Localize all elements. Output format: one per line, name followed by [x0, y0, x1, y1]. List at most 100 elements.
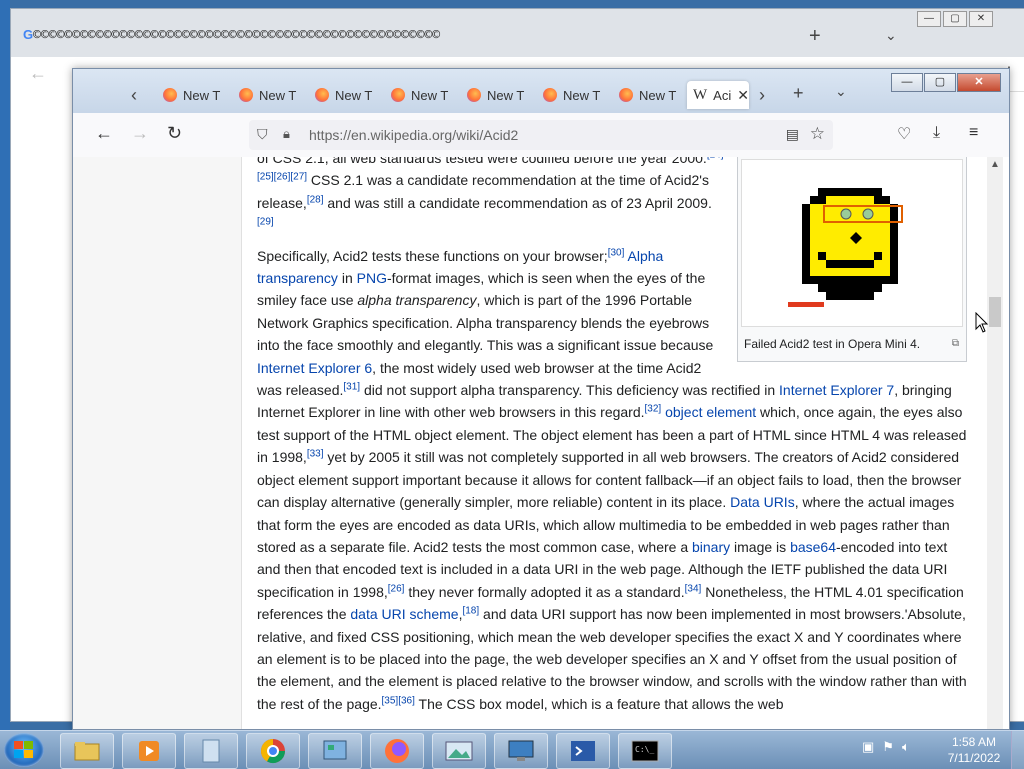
chrome-maximize-button[interactable]: ▢ [943, 11, 967, 27]
tab-new-2[interactable]: New T [239, 81, 296, 109]
scroll-up-icon[interactable]: ▲ [990, 159, 1000, 170]
chrome-minimize-button[interactable]: — [917, 11, 941, 27]
lock-icon[interactable]: 🔒︎ [283, 126, 290, 142]
chrome-window-controls: — ▢ ✕ [917, 11, 993, 27]
tab-new-1[interactable]: New T [163, 81, 220, 109]
scrollbar-thumb[interactable] [989, 297, 1001, 327]
media-player-taskbar-icon[interactable] [122, 733, 176, 769]
link-data-uris[interactable]: Data URIs [730, 494, 795, 510]
firefox-navbar: ← → ↻ ⛉ 🔒︎ https://en.wikipedia.org/wiki… [73, 113, 1009, 158]
chrome-tab-favicons[interactable]: ©©©©©©©©©©©©©©©©©©©©©©©©©©©©©©©©©©©©©©©©… [33, 28, 440, 43]
page-content: Failed Acid2 test in Opera Mini 4. ⧉ of C… [73, 157, 1009, 729]
tab-label: New T [563, 87, 601, 103]
firefox-tabstrip: ‹ New T New T New T New T New T New T Ne… [73, 77, 1009, 113]
tab-new-5[interactable]: New T [467, 81, 524, 109]
cmd-taskbar-icon[interactable]: C:\_ [618, 733, 672, 769]
chrome-new-tab-button[interactable]: + [809, 25, 821, 48]
tab-label: New T [335, 87, 373, 103]
citation[interactable]: [33] [307, 449, 324, 460]
back-icon[interactable]: ← [95, 123, 113, 144]
menu-icon[interactable]: ≡ [969, 124, 978, 142]
infobox-caption: Failed Acid2 test in Opera Mini 4. ⧉ [741, 327, 963, 358]
tab-new-6[interactable]: New T [543, 81, 600, 109]
firefox-window: — ▢ ✕ ‹ New T New T New T New T New T Ne… [72, 68, 1010, 730]
powershell-taskbar-icon[interactable] [556, 733, 610, 769]
explorer-taskbar-icon[interactable] [60, 733, 114, 769]
citation[interactable]: [34] [685, 583, 702, 594]
tab-label: New T [259, 87, 297, 103]
url-bar[interactable]: ⛉ 🔒︎ https://en.wikipedia.org/wiki/Acid2… [249, 120, 833, 150]
url-text[interactable]: https://en.wikipedia.org/wiki/Acid2 [309, 127, 518, 143]
tabs-scroll-right-icon[interactable]: › [759, 85, 765, 106]
citation[interactable]: [30] [608, 247, 625, 258]
citation[interactable]: [26] [388, 583, 405, 594]
clock-time: 1:58 AM [951, 735, 997, 749]
citation[interactable]: [29] [257, 217, 274, 228]
page-scrollbar[interactable]: ▲ [987, 157, 1003, 729]
tab-new-3[interactable]: New T [315, 81, 372, 109]
system-tray: ▣ ⚑ 🔈︎ [862, 739, 910, 755]
smiley-image [788, 188, 903, 307]
citation[interactable]: [35][36] [382, 695, 415, 706]
chrome-taskbar-icon[interactable] [246, 733, 300, 769]
tab-label: New T [487, 87, 525, 103]
chrome-tab-search-icon[interactable]: ⌄ [885, 27, 897, 44]
acid2-failed-image[interactable] [741, 159, 963, 327]
chrome-close-button[interactable]: ✕ [969, 11, 993, 27]
enlarge-icon[interactable]: ⧉ [952, 333, 959, 355]
text: they never formally adopted it as a stan… [404, 583, 685, 600]
citation[interactable]: [31] [343, 381, 360, 392]
google-icon: G [23, 27, 34, 42]
text: in [337, 270, 357, 287]
desktop-edge [0, 0, 10, 730]
clock-date: 7/11/2022 [947, 751, 1001, 765]
text: Specifically, Acid2 tests these function… [257, 247, 608, 264]
chrome-tabstrip: G©©©©©©©©©©©©©©©©©©©©©©©©©©©©©©©©©©©©©©©… [11, 9, 1024, 57]
forward-icon[interactable]: → [131, 123, 149, 144]
citation[interactable]: [18] [462, 605, 479, 616]
shield-icon[interactable]: ⛉ [257, 126, 268, 143]
volume-icon[interactable]: 🔈︎ [902, 739, 910, 755]
text: and was still a candidate recommendation… [323, 194, 712, 211]
list-all-tabs-icon[interactable]: ⌄ [835, 83, 847, 100]
tab-label: New T [183, 87, 221, 103]
link-base64[interactable]: base64 [790, 539, 836, 555]
tab-acid2-active[interactable]: W Aci ✕ [687, 81, 749, 109]
reader-view-icon[interactable]: ▤ [786, 126, 799, 143]
link-object-element[interactable]: object element [665, 404, 756, 420]
reload-icon[interactable]: ↻ [167, 123, 182, 144]
tabs-scroll-left-icon[interactable]: ‹ [131, 85, 137, 106]
link-ie7[interactable]: Internet Explorer 7 [779, 382, 894, 398]
firefox-titlebar: — ▢ ✕ ‹ New T New T New T New T New T Ne… [73, 69, 1009, 113]
document-taskbar-icon[interactable] [184, 733, 238, 769]
clock[interactable]: 1:58 AM 7/11/2022 [944, 734, 1004, 766]
tab-close-icon[interactable]: ✕ [737, 87, 749, 104]
new-tab-button[interactable]: + [793, 83, 804, 104]
remote-desktop-taskbar-icon[interactable] [494, 733, 548, 769]
network-icon[interactable]: ▣ [862, 739, 874, 755]
firefox-taskbar-icon[interactable] [370, 733, 424, 769]
chrome-tabs[interactable]: G©©©©©©©©©©©©©©©©©©©©©©©©©©©©©©©©©©©©©©©… [23, 27, 440, 43]
text: of CSS 2.1, all web standards tested wer… [257, 157, 707, 166]
control-panel-taskbar-icon[interactable] [308, 733, 362, 769]
firefox-icon [619, 88, 633, 102]
link-ie6[interactable]: Internet Explorer 6 [257, 360, 372, 376]
link-binary[interactable]: binary [692, 539, 730, 555]
start-button[interactable] [4, 733, 44, 767]
tab-new-7[interactable]: New T [619, 81, 676, 109]
wikipedia-icon: W [693, 86, 708, 103]
text: image is [730, 538, 791, 555]
citation[interactable]: [28] [307, 194, 324, 205]
show-desktop-button[interactable] [1011, 731, 1024, 769]
link-png[interactable]: PNG [357, 270, 387, 286]
citation[interactable]: [32] [645, 404, 662, 415]
infobox: Failed Acid2 test in Opera Mini 4. ⧉ [737, 157, 967, 363]
chrome-back-icon[interactable]: ← [29, 63, 47, 84]
bookmark-star-icon[interactable]: ☆ [810, 124, 825, 144]
tab-new-4[interactable]: New T [391, 81, 448, 109]
image-viewer-taskbar-icon[interactable] [432, 733, 486, 769]
downloads-icon[interactable]: ⤓ [933, 124, 940, 142]
link-data-uri-scheme[interactable]: data URI scheme [350, 606, 458, 622]
action-center-flag-icon[interactable]: ⚑ [882, 739, 894, 755]
pocket-icon[interactable]: ♡ [897, 124, 911, 144]
